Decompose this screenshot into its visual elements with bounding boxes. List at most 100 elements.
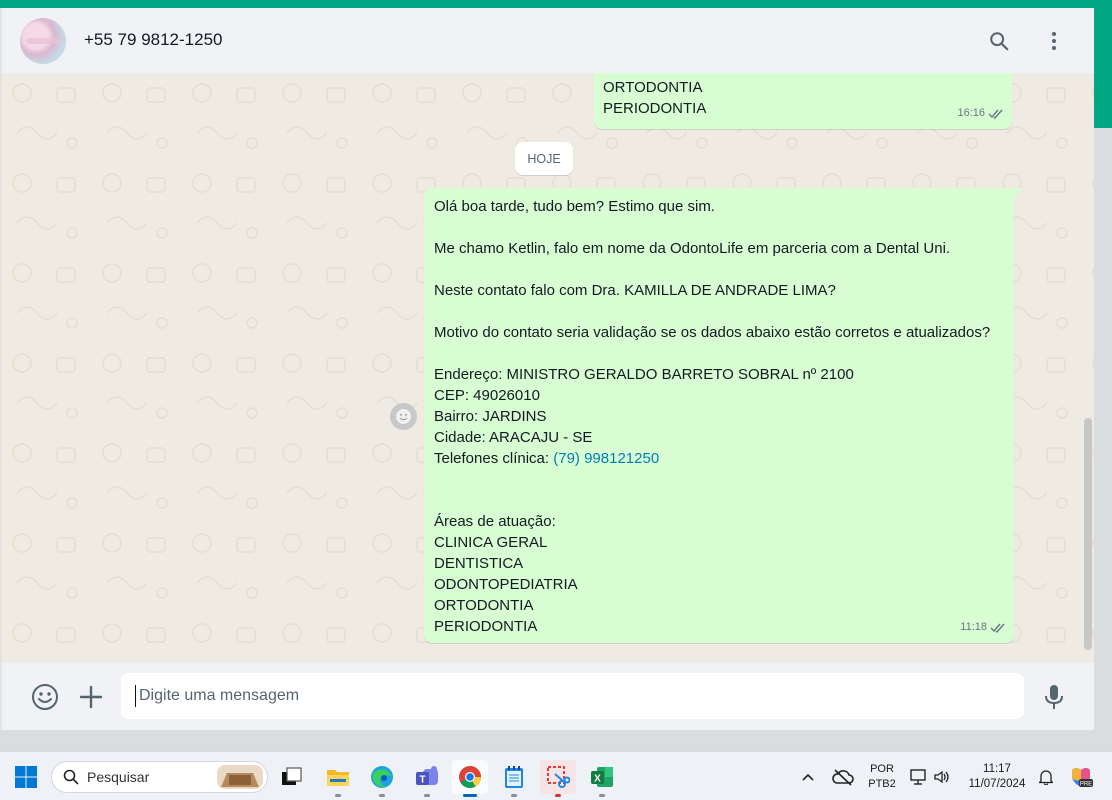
- chevron-up-icon: [802, 773, 814, 781]
- snipping-tool-icon: [547, 766, 570, 788]
- menu-button[interactable]: [1037, 24, 1071, 58]
- phone-link[interactable]: (79) 998121250: [553, 450, 659, 467]
- svg-text:X: X: [594, 774, 601, 785]
- plus-icon: [79, 685, 103, 709]
- folder-icon: [327, 770, 349, 786]
- copilot-button[interactable]: PRE: [1065, 760, 1097, 794]
- show-hidden-icons-button[interactable]: [794, 760, 822, 794]
- message-line: PERIODONTIA: [603, 100, 707, 117]
- text-caret: [135, 685, 136, 707]
- running-indicator: [379, 794, 385, 797]
- message-line: Olá boa tarde, tudo bem? Estimo que sim.: [434, 198, 715, 215]
- message-line: ORTODONTIA: [603, 79, 703, 96]
- phone-label: Telefones clínica:: [434, 450, 554, 467]
- microphone-icon: [1045, 685, 1063, 709]
- notifications-button[interactable]: [1032, 760, 1060, 794]
- network-icon: [910, 769, 926, 785]
- voice-record-button[interactable]: [1038, 681, 1070, 713]
- taskbar-app-file-explorer[interactable]: [320, 760, 356, 797]
- excel-icon: X: [591, 767, 613, 787]
- running-indicator: [511, 794, 517, 797]
- window-accent-side: [1092, 8, 1112, 128]
- message-line: Áreas de atuação:: [434, 513, 556, 530]
- message-line: CLINICA GERAL: [434, 534, 548, 551]
- window-accent-bar: [0, 0, 1112, 8]
- language-code: POR: [870, 763, 894, 775]
- taskbar-app-edge[interactable]: [364, 760, 400, 797]
- double-check-icon: [990, 623, 1005, 633]
- message-line: Telefones clínica: (79) 998121250: [434, 448, 990, 469]
- message-line: Cidade: ARACAJU - SE: [434, 429, 593, 446]
- onedrive-status-button[interactable]: [828, 760, 858, 794]
- bell-icon: [1039, 770, 1053, 785]
- message-line: Endereço: MINISTRO GERALDO BARRETO SOBRA…: [434, 366, 854, 383]
- message-line: ORTODONTIA: [434, 597, 534, 614]
- search-icon: [63, 769, 79, 785]
- message-meta: 11:18: [960, 617, 1006, 638]
- taskbar-app-teams[interactable]: T: [409, 760, 445, 797]
- network-volume-button[interactable]: [906, 760, 954, 794]
- message-line: ODONTOPEDIATRIA: [434, 576, 578, 593]
- attach-button[interactable]: [75, 681, 107, 713]
- task-view-button[interactable]: [274, 760, 310, 794]
- chat-scrollbar[interactable]: [1084, 418, 1092, 650]
- clock[interactable]: 11:17 11/07/2024: [962, 762, 1032, 792]
- message-line: Me chamo Ketlin, falo em nome da OdontoL…: [434, 240, 951, 257]
- message-line: Motivo do contato seria validação se os …: [434, 324, 991, 341]
- day-divider: HOJE: [515, 142, 573, 175]
- svg-text:PRE: PRE: [1080, 782, 1092, 788]
- taskbar-app-excel[interactable]: X: [584, 760, 620, 797]
- message-text: Olá boa tarde, tudo bem? Estimo que sim.…: [434, 196, 990, 637]
- edge-icon: [371, 766, 393, 788]
- message-line: CEP: 49026010: [434, 387, 540, 404]
- running-indicator: [335, 794, 341, 797]
- volume-icon: [934, 770, 949, 784]
- emoji-button[interactable]: [29, 681, 61, 713]
- message-line: PERIODONTIA: [434, 618, 538, 635]
- active-indicator: [463, 794, 477, 797]
- whatsapp-window: +55 79 9812-1250 ORTODONTIA PERIODONTIA …: [0, 8, 1094, 730]
- task-view-icon: [282, 767, 302, 785]
- teams-icon: T: [416, 766, 438, 786]
- composer: Digite uma mensagem: [2, 663, 1094, 730]
- message-time: 16:16: [957, 107, 985, 119]
- start-button[interactable]: [8, 760, 44, 794]
- more-vertical-icon: [1052, 32, 1056, 50]
- message-bubble-outgoing[interactable]: Olá boa tarde, tudo bem? Estimo que sim.…: [424, 188, 1022, 643]
- reaction-button[interactable]: [390, 403, 417, 430]
- clock-time: 11:17: [983, 763, 1011, 775]
- svg-text:T: T: [419, 775, 425, 786]
- cloud-offline-icon: [832, 769, 854, 786]
- search-button[interactable]: [982, 24, 1016, 58]
- avatar[interactable]: [20, 18, 66, 64]
- message-line: DENTISTICA: [434, 555, 524, 572]
- copilot-icon: PRE: [1072, 768, 1093, 788]
- clock-date: 11/07/2024: [968, 778, 1026, 790]
- contact-name[interactable]: +55 79 9812-1250: [84, 30, 223, 50]
- taskbar-app-snipping-tool[interactable]: [540, 760, 576, 797]
- windows-taskbar: Pesquisar T X POR PTB2 11:17 11/07/2024 …: [0, 751, 1112, 800]
- input-language-indicator[interactable]: POR PTB2: [862, 762, 902, 792]
- search-highlight-icon: [217, 765, 263, 789]
- running-indicator: [599, 794, 605, 797]
- message-line: Bairro: JARDINS: [434, 408, 547, 425]
- message-input[interactable]: Digite uma mensagem: [121, 673, 1024, 719]
- message-meta: 16:16: [957, 103, 1004, 124]
- taskbar-app-notepad[interactable]: [496, 760, 532, 797]
- taskbar-app-chrome[interactable]: [452, 760, 488, 797]
- chat-header: +55 79 9812-1250: [2, 8, 1094, 74]
- chrome-icon: [459, 766, 481, 788]
- message-input-placeholder: Digite uma mensagem: [139, 687, 300, 704]
- running-indicator: [424, 794, 430, 797]
- running-indicator: [555, 794, 561, 797]
- message-bubble-previous[interactable]: ORTODONTIA PERIODONTIA 16:16: [594, 73, 1012, 129]
- message-list[interactable]: ORTODONTIA PERIODONTIA 16:16 HOJE Olá bo…: [2, 73, 1094, 663]
- search-icon: [990, 32, 1009, 51]
- search-label: Pesquisar: [87, 769, 150, 785]
- double-check-icon: [988, 109, 1003, 119]
- bubble-tail: [1014, 188, 1022, 200]
- message-time: 11:18: [960, 621, 987, 633]
- emoji-icon: [32, 684, 58, 710]
- taskbar-search[interactable]: Pesquisar: [51, 761, 268, 793]
- smiley-icon: [396, 409, 411, 424]
